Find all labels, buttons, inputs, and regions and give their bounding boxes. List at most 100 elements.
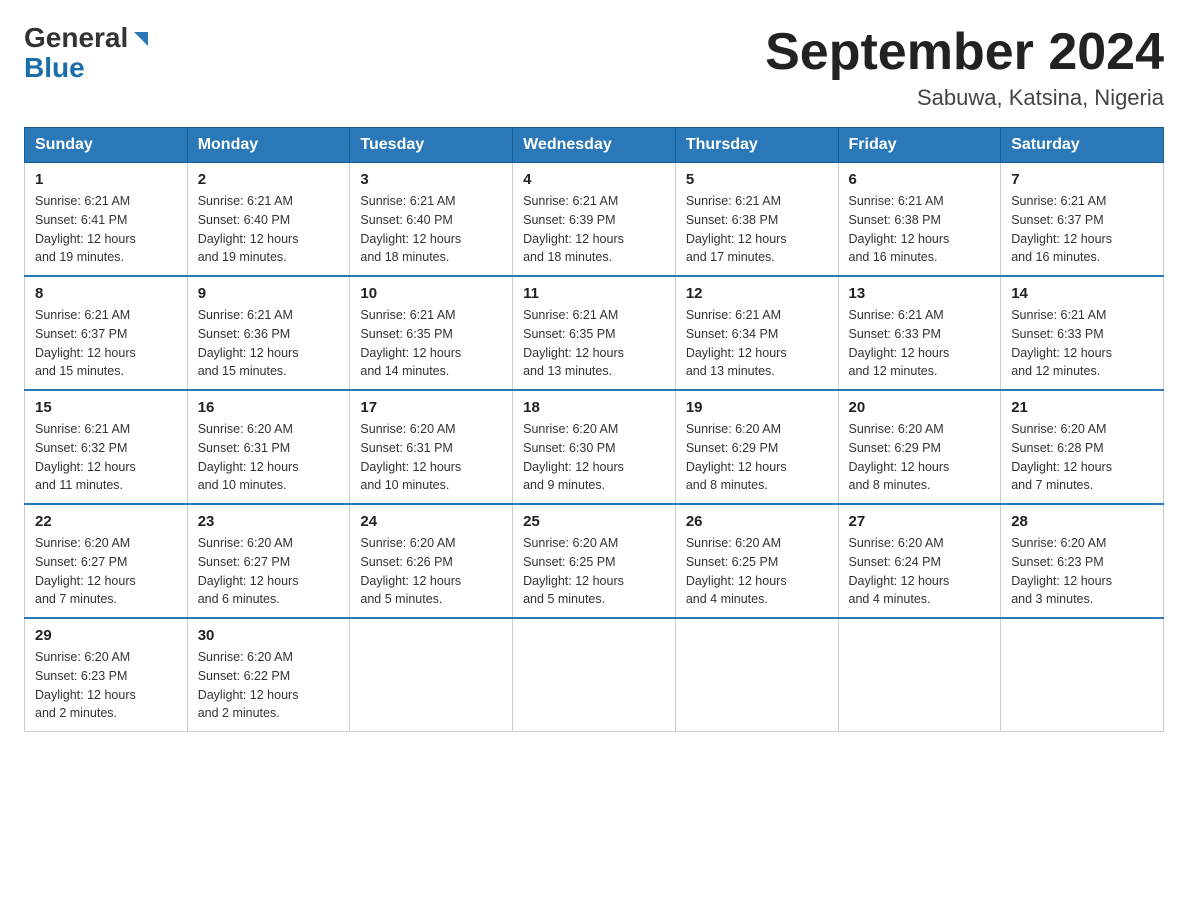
day-info: Sunrise: 6:21 AMSunset: 6:40 PMDaylight:… (360, 192, 502, 267)
day-info: Sunrise: 6:20 AMSunset: 6:22 PMDaylight:… (198, 648, 340, 723)
calendar-header-row: SundayMondayTuesdayWednesdayThursdayFrid… (25, 128, 1164, 163)
day-number: 22 (35, 513, 177, 530)
calendar-cell: 11 Sunrise: 6:21 AMSunset: 6:35 PMDayligh… (513, 276, 676, 390)
day-number: 9 (198, 285, 340, 302)
month-title: September 2024 (765, 24, 1164, 81)
day-number: 18 (523, 399, 665, 416)
calendar-cell: 3 Sunrise: 6:21 AMSunset: 6:40 PMDaylight… (350, 163, 513, 277)
day-number: 20 (849, 399, 991, 416)
day-number: 28 (1011, 513, 1153, 530)
day-info: Sunrise: 6:21 AMSunset: 6:38 PMDaylight:… (686, 192, 828, 267)
header-saturday: Saturday (1001, 128, 1164, 163)
week-row-1: 1 Sunrise: 6:21 AMSunset: 6:41 PMDaylight… (25, 163, 1164, 277)
day-info: Sunrise: 6:21 AMSunset: 6:39 PMDaylight:… (523, 192, 665, 267)
day-info: Sunrise: 6:21 AMSunset: 6:40 PMDaylight:… (198, 192, 340, 267)
day-number: 27 (849, 513, 991, 530)
calendar-cell: 6 Sunrise: 6:21 AMSunset: 6:38 PMDaylight… (838, 163, 1001, 277)
day-info: Sunrise: 6:20 AMSunset: 6:24 PMDaylight:… (849, 534, 991, 609)
day-info: Sunrise: 6:21 AMSunset: 6:35 PMDaylight:… (360, 306, 502, 381)
day-number: 15 (35, 399, 177, 416)
day-number: 11 (523, 285, 665, 302)
day-number: 1 (35, 171, 177, 188)
header-monday: Monday (187, 128, 350, 163)
day-info: Sunrise: 6:21 AMSunset: 6:37 PMDaylight:… (1011, 192, 1153, 267)
week-row-4: 22 Sunrise: 6:20 AMSunset: 6:27 PMDayligh… (25, 504, 1164, 618)
day-info: Sunrise: 6:20 AMSunset: 6:30 PMDaylight:… (523, 420, 665, 495)
day-info: Sunrise: 6:21 AMSunset: 6:41 PMDaylight:… (35, 192, 177, 267)
day-info: Sunrise: 6:20 AMSunset: 6:31 PMDaylight:… (198, 420, 340, 495)
day-info: Sunrise: 6:21 AMSunset: 6:38 PMDaylight:… (849, 192, 991, 267)
day-number: 7 (1011, 171, 1153, 188)
logo-triangle-icon (130, 28, 152, 50)
header-tuesday: Tuesday (350, 128, 513, 163)
title-block: September 2024 Sabuwa, Katsina, Nigeria (765, 24, 1164, 111)
calendar-cell (1001, 618, 1164, 732)
calendar-cell: 28 Sunrise: 6:20 AMSunset: 6:23 PMDayligh… (1001, 504, 1164, 618)
day-info: Sunrise: 6:21 AMSunset: 6:35 PMDaylight:… (523, 306, 665, 381)
calendar-cell (350, 618, 513, 732)
location-title: Sabuwa, Katsina, Nigeria (765, 85, 1164, 111)
calendar-cell: 7 Sunrise: 6:21 AMSunset: 6:37 PMDaylight… (1001, 163, 1164, 277)
calendar-cell: 22 Sunrise: 6:20 AMSunset: 6:27 PMDayligh… (25, 504, 188, 618)
day-info: Sunrise: 6:20 AMSunset: 6:29 PMDaylight:… (849, 420, 991, 495)
calendar-cell: 29Sunrise: 6:20 AMSunset: 6:23 PMDayligh… (25, 618, 188, 732)
calendar-cell: 18 Sunrise: 6:20 AMSunset: 6:30 PMDayligh… (513, 390, 676, 504)
calendar-cell: 13 Sunrise: 6:21 AMSunset: 6:33 PMDayligh… (838, 276, 1001, 390)
calendar-cell: 15 Sunrise: 6:21 AMSunset: 6:32 PMDayligh… (25, 390, 188, 504)
day-number: 2 (198, 171, 340, 188)
calendar-cell (838, 618, 1001, 732)
day-number: 4 (523, 171, 665, 188)
day-info: Sunrise: 6:21 AMSunset: 6:32 PMDaylight:… (35, 420, 177, 495)
day-info: Sunrise: 6:20 AMSunset: 6:29 PMDaylight:… (686, 420, 828, 495)
day-number: 26 (686, 513, 828, 530)
day-number: 5 (686, 171, 828, 188)
calendar-cell: 25Sunrise: 6:20 AMSunset: 6:25 PMDayligh… (513, 504, 676, 618)
week-row-5: 29Sunrise: 6:20 AMSunset: 6:23 PMDayligh… (25, 618, 1164, 732)
header-wednesday: Wednesday (513, 128, 676, 163)
calendar-cell (513, 618, 676, 732)
day-number: 12 (686, 285, 828, 302)
page-header: General Blue September 2024 Sabuwa, Kats… (24, 24, 1164, 111)
week-row-3: 15 Sunrise: 6:21 AMSunset: 6:32 PMDayligh… (25, 390, 1164, 504)
calendar-cell: 5 Sunrise: 6:21 AMSunset: 6:38 PMDaylight… (675, 163, 838, 277)
day-info: Sunrise: 6:20 AMSunset: 6:27 PMDaylight:… (198, 534, 340, 609)
day-number: 13 (849, 285, 991, 302)
day-number: 8 (35, 285, 177, 302)
calendar-cell: 1 Sunrise: 6:21 AMSunset: 6:41 PMDaylight… (25, 163, 188, 277)
day-number: 23 (198, 513, 340, 530)
day-info: Sunrise: 6:21 AMSunset: 6:33 PMDaylight:… (849, 306, 991, 381)
header-friday: Friday (838, 128, 1001, 163)
calendar-cell: 27 Sunrise: 6:20 AMSunset: 6:24 PMDayligh… (838, 504, 1001, 618)
day-info: Sunrise: 6:20 AMSunset: 6:26 PMDaylight:… (360, 534, 502, 609)
calendar-cell: 26 Sunrise: 6:20 AMSunset: 6:25 PMDayligh… (675, 504, 838, 618)
day-number: 6 (849, 171, 991, 188)
day-number: 17 (360, 399, 502, 416)
day-number: 21 (1011, 399, 1153, 416)
calendar-cell: 2 Sunrise: 6:21 AMSunset: 6:40 PMDaylight… (187, 163, 350, 277)
day-number: 3 (360, 171, 502, 188)
day-number: 30 (198, 627, 340, 644)
calendar-cell: 21 Sunrise: 6:20 AMSunset: 6:28 PMDayligh… (1001, 390, 1164, 504)
calendar-cell: 23 Sunrise: 6:20 AMSunset: 6:27 PMDayligh… (187, 504, 350, 618)
day-info: Sunrise: 6:20 AMSunset: 6:23 PMDaylight:… (1011, 534, 1153, 609)
day-info: Sunrise: 6:21 AMSunset: 6:37 PMDaylight:… (35, 306, 177, 381)
calendar-cell: 12 Sunrise: 6:21 AMSunset: 6:34 PMDayligh… (675, 276, 838, 390)
day-info: Sunrise: 6:20 AMSunset: 6:25 PMDaylight:… (686, 534, 828, 609)
calendar-cell: 17Sunrise: 6:20 AMSunset: 6:31 PMDayligh… (350, 390, 513, 504)
calendar-cell (675, 618, 838, 732)
logo-general-text: General (24, 24, 128, 52)
calendar-cell: 8 Sunrise: 6:21 AMSunset: 6:37 PMDaylight… (25, 276, 188, 390)
day-info: Sunrise: 6:20 AMSunset: 6:25 PMDaylight:… (523, 534, 665, 609)
calendar-cell: 19Sunrise: 6:20 AMSunset: 6:29 PMDayligh… (675, 390, 838, 504)
day-info: Sunrise: 6:20 AMSunset: 6:28 PMDaylight:… (1011, 420, 1153, 495)
calendar-table: SundayMondayTuesdayWednesdayThursdayFrid… (24, 127, 1164, 732)
day-number: 24 (360, 513, 502, 530)
day-info: Sunrise: 6:20 AMSunset: 6:27 PMDaylight:… (35, 534, 177, 609)
day-number: 29 (35, 627, 177, 644)
header-thursday: Thursday (675, 128, 838, 163)
logo-blue-text: Blue (24, 52, 85, 83)
day-number: 14 (1011, 285, 1153, 302)
day-info: Sunrise: 6:21 AMSunset: 6:34 PMDaylight:… (686, 306, 828, 381)
calendar-cell: 30 Sunrise: 6:20 AMSunset: 6:22 PMDayligh… (187, 618, 350, 732)
logo: General Blue (24, 24, 152, 84)
